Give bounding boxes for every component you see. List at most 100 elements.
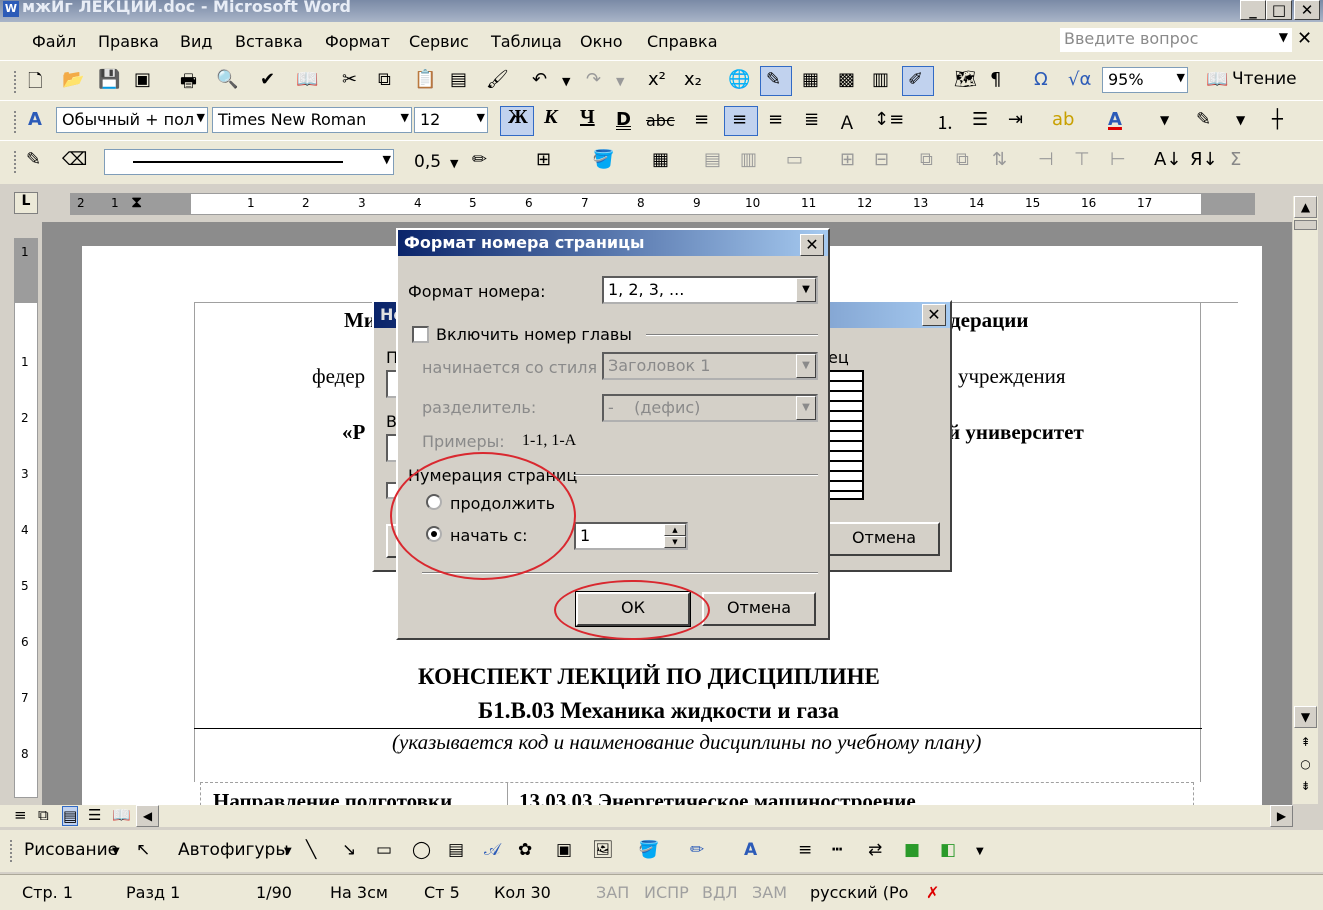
redo-icon[interactable]: ↷ [586, 69, 601, 90]
line-weight-dropdown-icon[interactable]: ▼ [450, 157, 458, 170]
page-numbers-close-button[interactable]: ✕ [922, 304, 946, 326]
dialog-close-button[interactable]: ✕ [800, 234, 824, 256]
paste-icon[interactable]: 📋 [414, 69, 436, 90]
split-cells-icon[interactable]: ▥ [740, 149, 757, 170]
line-spacing-icon[interactable]: ↕≡ [874, 109, 904, 130]
line-weight-value[interactable]: 0,5 [414, 152, 441, 172]
columns-icon[interactable]: ▥ [872, 69, 889, 90]
superscript-icon[interactable]: x² [648, 69, 666, 90]
toolbar-options-icon[interactable]: ▼ [1160, 113, 1169, 127]
chevron-down-icon[interactable]: ▼ [796, 354, 816, 378]
status-track[interactable]: ИСПР [644, 883, 689, 902]
tab-selector[interactable]: L [14, 192, 38, 214]
outside-border-icon[interactable]: ⊞ [536, 149, 551, 170]
hyperlink-icon[interactable]: 🌐 [728, 69, 750, 90]
cancel-button[interactable]: Отмена [702, 592, 816, 626]
merge-cells-icon[interactable]: ▤ [704, 149, 721, 170]
reading-layout-label[interactable]: Чтение [1232, 69, 1297, 89]
status-overtype[interactable]: ЗАМ [752, 883, 787, 902]
menu-file[interactable]: Файл [32, 32, 76, 51]
indent-icon[interactable]: ⇥ [1008, 109, 1023, 130]
print-icon[interactable]: 🖶 [180, 69, 197, 99]
doc-table-cell-1[interactable]: Направление подготовки [213, 789, 452, 805]
insert-excel-icon[interactable]: ▩ [838, 69, 855, 90]
number-format-select[interactable]: 1, 2, 3, ... ▼ [602, 276, 818, 304]
redo-dropdown-icon[interactable]: ▼ [616, 75, 624, 88]
text-direction-icon[interactable]: ⇅ [992, 149, 1007, 170]
sort-ascending-icon[interactable]: A↓ [1154, 149, 1181, 170]
sort-descending-icon[interactable]: Я↓ [1190, 149, 1218, 170]
doc-heading-1[interactable]: КОНСПЕКТ ЛЕКЦИЙ ПО ДИСЦИПЛИНЕ [418, 664, 880, 690]
spin-up-icon[interactable]: ▲ [664, 524, 686, 536]
autofit-icon[interactable]: ⧉ [956, 149, 969, 170]
doc-heading-2[interactable]: Б1.В.03 Механика жидкости и газа [478, 698, 839, 724]
word-app-icon[interactable]: W [3, 1, 19, 17]
line-style-icon[interactable]: ≡ [798, 840, 812, 860]
line-color-icon[interactable]: ✏ [690, 840, 704, 860]
align-right-icon[interactable]: ≡ [768, 109, 783, 130]
toolbar-grip[interactable] [14, 111, 17, 133]
reviewing-icon[interactable]: ✎ [1196, 109, 1211, 130]
draw-table-icon[interactable]: ✎ [26, 149, 41, 170]
menu-help[interactable]: Справка [647, 32, 718, 51]
chevron-down-icon[interactable]: ▼ [112, 846, 120, 857]
dialog-title[interactable]: Формат номера страницы [398, 230, 828, 256]
chevron-down-icon[interactable]: ▼ [197, 111, 205, 124]
separator-select[interactable]: - (дефис) ▼ [602, 394, 818, 422]
vertical-ruler[interactable]: 1 1 2 3 4 5 6 7 8 [14, 238, 38, 798]
include-chapter-label[interactable]: Включить номер главы [436, 325, 632, 344]
close-window-button[interactable]: ✕ [1294, 0, 1320, 20]
style-combo[interactable]: Обычный + пол ▼ [56, 107, 208, 133]
minimize-button[interactable]: _ [1240, 0, 1266, 20]
zoom-combo[interactable]: 95% ▼ [1102, 67, 1188, 93]
doc-line-3-left[interactable]: «Р [342, 420, 365, 445]
outline-view-icon[interactable]: ☰ [88, 806, 101, 824]
reading-layout-icon[interactable]: 📖 [1206, 69, 1228, 90]
copy-icon[interactable]: ⧉ [378, 69, 391, 90]
status-line[interactable]: Ст 5 [424, 883, 460, 902]
chevron-down-icon[interactable]: ▼ [477, 111, 485, 124]
start-at-spinner[interactable]: 1 ▲ ▼ [574, 522, 688, 550]
diagram-icon[interactable]: ✿ [518, 840, 532, 860]
menu-window[interactable]: Окно [580, 32, 623, 51]
select-browse-object-icon[interactable]: ○ [1294, 754, 1317, 776]
bullets-icon[interactable]: ☰ [972, 109, 988, 130]
dash-style-icon[interactable]: ┅ [832, 840, 842, 860]
status-position[interactable]: На 3см [330, 883, 388, 902]
clip-art-icon[interactable]: ▣ [556, 840, 572, 860]
print-layout-icon[interactable]: ▤ [62, 806, 79, 826]
italic-button[interactable]: К [544, 106, 558, 129]
undo-dropdown-icon[interactable]: ▼ [562, 75, 570, 88]
align-center-icon[interactable]: ≡ [732, 109, 747, 130]
chevron-down-icon[interactable]: ▼ [383, 153, 391, 166]
align-cell-icon[interactable]: ▭ [786, 149, 803, 170]
select-objects-icon[interactable]: ↖ [136, 840, 150, 860]
highlight-icon[interactable]: ab [1052, 109, 1074, 130]
paste-special-icon[interactable]: ▤ [450, 69, 467, 90]
close-document-icon[interactable]: ✕ [1297, 28, 1312, 49]
distribute-rows-icon[interactable]: ⊞ [840, 149, 855, 170]
normal-view-icon[interactable]: ≡ [14, 806, 27, 824]
include-chapter-checkbox[interactable] [412, 326, 429, 343]
drawing-menu[interactable]: Рисование [24, 840, 118, 860]
vertical-scrollbar[interactable]: ▲ ▼ ⇞ ○ ⇟ [1293, 196, 1318, 804]
new-document-icon[interactable]: 🗋 [28, 69, 42, 99]
spin-down-icon[interactable]: ▼ [664, 536, 686, 548]
tables-borders-icon[interactable]: ✎ [766, 69, 781, 90]
status-pages[interactable]: 1/90 [256, 883, 292, 902]
rectangle-icon[interactable]: ▭ [376, 840, 392, 860]
format-painter-icon[interactable]: 🖌 [486, 69, 509, 90]
insert-table-icon[interactable]: ▦ [802, 69, 819, 90]
horizontal-ruler[interactable]: 2 1 ⧗ 1 2 3 4 5 6 7 8 9 10 11 12 13 14 1… [70, 192, 1255, 215]
autosum-icon[interactable]: Σ [1230, 149, 1241, 170]
menu-edit[interactable]: Правка [98, 32, 159, 51]
status-record[interactable]: ЗАП [596, 883, 629, 902]
autoshapes-menu[interactable]: Автофигуры [178, 840, 289, 860]
print-preview-icon[interactable]: 🔍 [216, 69, 238, 90]
font-size-combo[interactable]: 12 ▼ [414, 107, 488, 133]
doc-line-3-right[interactable]: й университет [948, 420, 1084, 445]
toolbar-options-icon[interactable]: ▼ [976, 846, 984, 857]
insert-table-icon[interactable]: ▦ [652, 149, 669, 170]
chapter-style-select[interactable]: Заголовок 1 ▼ [602, 352, 818, 380]
doc-line-2-right[interactable]: учреждения [958, 364, 1066, 389]
